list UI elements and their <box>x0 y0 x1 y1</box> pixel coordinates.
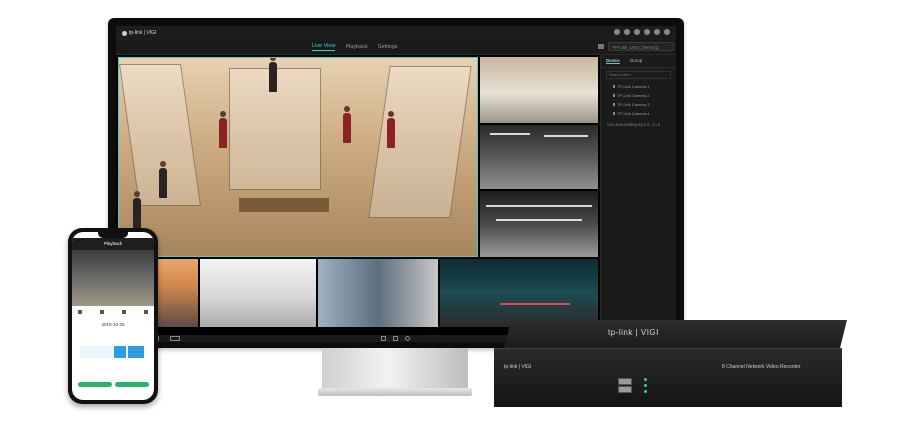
network-led-icon <box>644 390 647 393</box>
camera-list-item[interactable]: TP-Link Camera 3 <box>601 100 676 109</box>
tp-link-logo-icon <box>122 30 127 36</box>
camera-list-item[interactable]: TP-Link Camera 1 <box>601 82 676 91</box>
nvr-front-logo: tp-link | VIGI <box>504 364 532 370</box>
phone-action-button[interactable] <box>78 382 112 387</box>
ceiling-light <box>544 135 588 137</box>
power-led-icon <box>644 378 647 381</box>
monitor-stand-base <box>318 388 472 396</box>
nvr-top-panel <box>504 320 847 348</box>
info-icon[interactable] <box>634 29 640 35</box>
camera-view-street[interactable] <box>318 259 438 327</box>
phone-date[interactable]: 2019-10-25 <box>72 322 154 327</box>
minimize-icon[interactable] <box>644 29 650 35</box>
settings-icon[interactable] <box>614 29 620 35</box>
monitor: tp-link | VIGI Live View Playback Settin… <box>108 18 684 348</box>
usb-port-icon <box>618 378 632 385</box>
phone-action-buttons <box>78 382 149 387</box>
nvr-top-logo: tp-link | VIGI <box>608 328 659 337</box>
folder-icon[interactable] <box>598 44 604 49</box>
nvr-front-panel <box>494 348 842 407</box>
tab-device[interactable]: Device <box>606 58 620 64</box>
phone-screen: Playback 2019-10-25 <box>72 232 154 400</box>
visitor-figure <box>159 161 167 198</box>
playback-timeline[interactable] <box>80 332 146 372</box>
record-icon[interactable] <box>393 336 398 341</box>
barrier-gate <box>500 303 570 305</box>
snapshot-icon[interactable] <box>381 336 386 341</box>
camera-view-hall[interactable] <box>480 57 598 123</box>
zoom-icon[interactable] <box>405 336 410 341</box>
monitor-stand <box>322 348 468 390</box>
speaker-icon[interactable] <box>100 310 104 314</box>
camera-grid <box>116 55 600 335</box>
device-sidebar: Device Group Search Item TP-Link Camera … <box>600 55 676 342</box>
nvr-model-label: 8 Channel Network Video Recorder <box>722 364 801 370</box>
camera-name: TP-Link Camera 4 <box>617 111 650 116</box>
camera-list-item[interactable]: TP-Link Camera 2 <box>601 91 676 100</box>
usb-port-icon <box>618 386 632 393</box>
layout-icon[interactable] <box>170 336 180 341</box>
visitor-figure <box>343 106 351 143</box>
camera-view-gate[interactable] <box>440 259 598 327</box>
visitor-figure <box>269 58 277 92</box>
camera-icon <box>613 112 615 115</box>
smartphone: Playback 2019-10-25 <box>68 228 158 404</box>
camera-view-main-museum[interactable] <box>118 57 478 257</box>
camera-icon <box>613 94 615 97</box>
alert-icon[interactable] <box>624 29 630 35</box>
visitor-figure <box>219 111 227 148</box>
visitor-figure <box>133 191 141 228</box>
camera-name: TP-Link Camera 2 <box>617 93 650 98</box>
tab-group[interactable]: Group <box>630 58 643 64</box>
app-logo: tp-link | VIGI <box>122 30 156 36</box>
camera-icon <box>613 85 615 88</box>
tab-live-view[interactable]: Live View <box>312 43 336 51</box>
nav-tabs: Live View Playback Settings <box>312 40 398 54</box>
bench <box>239 198 329 212</box>
phone-video-view[interactable] <box>72 250 154 306</box>
recording-segment <box>128 346 144 358</box>
ceiling-light <box>496 219 582 221</box>
visitor-figure <box>387 111 395 148</box>
snapshot-icon[interactable] <box>78 310 82 314</box>
tab-playback[interactable]: Playback <box>345 44 367 50</box>
app-titlebar: tp-link | VIGI <box>116 26 676 40</box>
phone-playback-controls <box>78 310 148 316</box>
nvr-device: tp-link | VIGI tp-link | VIGI 8 Channel … <box>492 320 847 410</box>
maximize-icon[interactable] <box>654 29 660 35</box>
hdd-led-icon <box>644 384 647 387</box>
phone-action-button[interactable] <box>115 382 149 387</box>
camera-name: TP-Link Camera 3 <box>617 102 650 107</box>
monitor-screen: tp-link | VIGI Live View Playback Settin… <box>116 26 676 342</box>
play-icon[interactable] <box>122 310 126 314</box>
camera-name: TP-Link Camera 1 <box>617 84 650 89</box>
tab-settings[interactable]: Settings <box>378 44 398 50</box>
app-navbar: Live View Playback Settings TP-Link_VIGI… <box>116 40 676 55</box>
app-brand: tp-link | VIGI <box>129 30 157 36</box>
camera-icon <box>613 103 615 106</box>
device-select[interactable]: TP-Link_VIGI_Demo(1) <box>608 42 674 51</box>
camera-view-garage[interactable] <box>480 125 598 189</box>
ceiling-light <box>486 205 592 207</box>
nvr-list-item[interactable]: VIGI NVR1008H(UN) 1.0 · 0 / 8 <box>601 118 676 127</box>
ceiling-light <box>490 133 530 135</box>
window-controls <box>614 29 670 35</box>
display-case <box>368 66 472 218</box>
phone-header-title: Playback <box>72 238 154 250</box>
recording-segment <box>114 346 126 358</box>
camera-list-item[interactable]: TP-Link Camera 4 <box>601 109 676 118</box>
sidebar-search-input[interactable]: Search Item <box>606 71 671 79</box>
camera-view-parking[interactable] <box>480 191 598 257</box>
camera-view-gallery[interactable] <box>200 259 316 327</box>
close-icon[interactable] <box>664 29 670 35</box>
sidebar-tabs: Device Group <box>601 55 676 68</box>
fullscreen-icon[interactable] <box>144 310 148 314</box>
